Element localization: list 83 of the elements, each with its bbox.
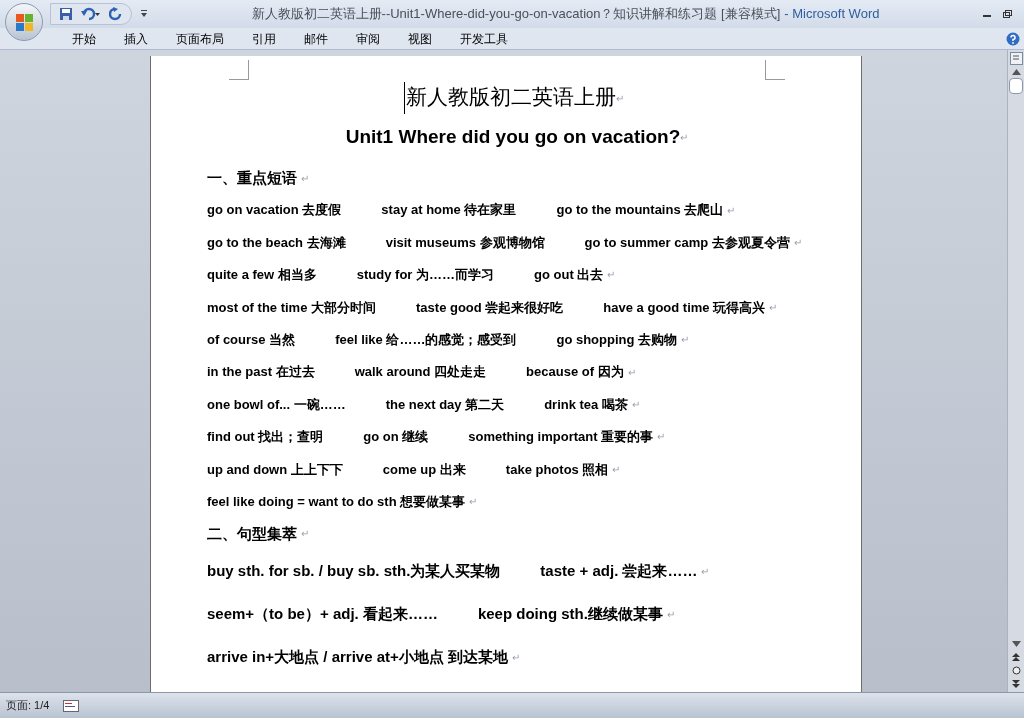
ribbon-tab[interactable]: 开始 (58, 28, 110, 49)
paragraph-mark: ↵ (469, 495, 478, 510)
paragraph-mark: ↵ (680, 131, 689, 145)
phrase-text: go on 继续 (363, 428, 429, 447)
phrase-text: go out 出去 (534, 266, 604, 285)
phrase-text: drink tea 喝茶 (544, 395, 628, 414)
ruler-toggle-icon[interactable] (1009, 52, 1023, 65)
paragraph-mark: ↵ (616, 92, 624, 104)
phrase-text: study for 为……而学习 (356, 266, 495, 285)
ribbon-tab[interactable]: 视图 (394, 28, 446, 49)
phrase-text: go on vacation 去度假 (207, 201, 342, 220)
phrase-text: seem+（to be）+ adj. 看起来…… (207, 604, 438, 625)
phrase-text: go to the mountains 去爬山 (556, 201, 724, 220)
phrase-text: of course 当然 (207, 331, 296, 349)
paragraph-mark: ↵ (769, 300, 778, 315)
phrase-text: because of 因为 (526, 363, 624, 382)
proofing-icon[interactable] (63, 699, 80, 712)
scroll-up-icon[interactable] (1011, 69, 1021, 75)
page-count[interactable]: 页面: 1/4 (0, 697, 56, 714)
paragraph-mark: ↵ (301, 171, 309, 186)
paragraph-mark: ↵ (301, 527, 309, 542)
undo-icon[interactable] (81, 7, 101, 21)
phrase-text: go shopping 去购物 (556, 331, 678, 349)
previous-page-icon[interactable] (1012, 653, 1020, 661)
phrase-text: one bowl of... 一碗…… (207, 395, 346, 414)
phrase-text: taste + adj. 尝起来…… (540, 561, 698, 582)
phrase-text: go to the beach 去海滩 (207, 233, 346, 252)
ribbon-tab[interactable]: 开发工具 (446, 28, 522, 49)
paragraph-mark: ↵ (727, 203, 736, 218)
phrase-text: something important 重要的事 (468, 428, 654, 447)
office-logo-icon[interactable] (5, 3, 43, 41)
phrase-text: keep doing sth.继续做某事 (477, 604, 663, 625)
ribbon-tab[interactable]: 引用 (238, 28, 290, 49)
document-subtitle: Unit1 Where did you go on vacation? (345, 124, 681, 149)
save-icon[interactable] (59, 7, 73, 21)
phrase-text: go to summer camp 去参观夏令营 (584, 233, 790, 252)
paragraph-mark: ↵ (631, 398, 640, 413)
paragraph-mark: ↵ (607, 268, 616, 283)
ribbon-tab[interactable]: 审阅 (342, 28, 394, 49)
phrase-text: stay at home 待在家里 (381, 201, 517, 220)
paragraph-mark: ↵ (657, 430, 666, 445)
paragraph-mark: ↵ (701, 564, 710, 579)
ribbon-tab[interactable]: 邮件 (290, 28, 342, 49)
next-page-icon[interactable] (1012, 680, 1020, 688)
app-name: - Microsoft Word (784, 5, 880, 24)
restore-icon[interactable] (1003, 10, 1012, 18)
phrase-text: arrive in+大地点 / arrive at+小地点 到达某地 (207, 647, 508, 668)
scroll-down-icon[interactable] (1011, 641, 1021, 647)
phrase-text: quite a few 相当多 (207, 266, 317, 285)
paragraph-mark: ↵ (627, 365, 636, 380)
scroll-thumb[interactable] (1009, 78, 1023, 94)
phrase-text: visit museums 参观博物馆 (385, 233, 545, 252)
ribbon-tab[interactable]: 插入 (110, 28, 162, 49)
section-heading: 二、句型集萃 (207, 523, 297, 544)
phrase-text: walk around 四处走走 (354, 363, 487, 382)
phrase-text: feel like 给……的感觉；感受到 (335, 331, 517, 349)
window-title: 新人教版初二英语上册--Unit1-Where-did-you-go-on-vacation？知识讲解和练习题 [兼容模式] (251, 5, 781, 24)
phrase-text: in the past 在过去 (207, 363, 315, 382)
vertical-scrollbar[interactable] (1007, 50, 1024, 692)
phrase-text: most of the time 大部分时间 (207, 298, 376, 317)
phrase-text: taste good 尝起来很好吃 (416, 298, 564, 317)
phrase-text: feel like doing = want to do sth 想要做某事 (207, 492, 466, 511)
paragraph-mark: ↵ (666, 607, 675, 622)
section-heading: 一、重点短语 (207, 167, 297, 188)
browse-object-icon[interactable] (1011, 666, 1021, 675)
document-title: 新人教版初二英语上册 (404, 82, 616, 114)
phrase-text: find out 找出；查明 (207, 428, 324, 447)
phrase-text: have a good time 玩得高兴 (603, 298, 766, 317)
margin-corner-mark (765, 60, 785, 80)
margin-corner-mark (229, 60, 249, 80)
ribbon-tab[interactable]: 页面布局 (162, 28, 238, 49)
phrase-text: take photos 照相 (505, 460, 609, 479)
redo-icon[interactable] (109, 7, 123, 21)
customize-caret-icon[interactable] (140, 10, 148, 18)
help-icon[interactable] (1006, 31, 1020, 46)
paragraph-mark: ↵ (612, 462, 621, 477)
phrase-text: the next day 第二天 (385, 395, 505, 414)
phrase-text: buy sth. for sb. / buy sb. sth.为某人买某物 (207, 561, 501, 582)
paragraph-mark: ↵ (793, 236, 802, 251)
phrase-text: come up 出来 (382, 460, 466, 479)
paragraph-mark: ↵ (681, 333, 690, 348)
phrase-text: up and down 上上下下 (207, 460, 343, 479)
paragraph-mark: ↵ (511, 650, 520, 665)
